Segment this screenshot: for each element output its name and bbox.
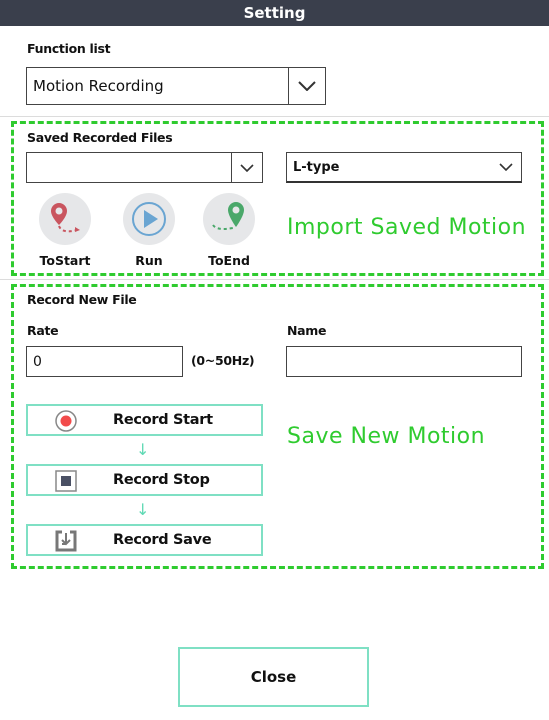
rate-label: Rate [27,323,59,338]
function-list-label: Function list [27,41,111,56]
rate-input[interactable]: 0 [26,346,183,377]
function-list-select[interactable]: Motion Recording [26,67,326,105]
saved-files-label: Saved Recorded Files [27,130,173,145]
save-annotation: Save New Motion [287,424,486,449]
saved-file-select[interactable] [26,152,263,183]
import-annotation: Import Saved Motion [287,215,527,240]
record-save-button[interactable]: Record Save [26,524,263,556]
chevron-down-icon[interactable] [288,68,325,104]
type-select[interactable]: L-type [286,152,522,183]
play-icon [132,202,166,236]
to-end-button[interactable]: ToEnd [203,193,255,268]
flow-arrow-icon: ↓ [136,500,150,519]
to-start-button[interactable]: ToStart [39,193,91,268]
flow-arrow-icon: ↓ [136,440,150,459]
chevron-down-icon[interactable] [491,153,521,181]
record-stop-button[interactable]: Record Stop [26,464,263,496]
type-value: L-type [293,159,340,175]
to-start-label: ToStart [39,253,91,268]
run-button[interactable]: Run [123,193,175,268]
to-end-icon [212,202,244,230]
divider [0,116,549,117]
to-end-label: ToEnd [208,253,250,268]
function-list-value: Motion Recording [33,77,164,95]
record-save-label: Record Save [113,532,212,548]
save-icon [55,530,77,552]
window-title: Setting [0,0,549,26]
chevron-down-icon[interactable] [231,153,262,182]
run-label: Run [135,253,163,268]
stop-icon [55,470,77,492]
record-start-button[interactable]: Record Start [26,404,263,436]
close-button[interactable]: Close [178,647,369,707]
record-new-label: Record New File [27,292,137,307]
divider [0,279,549,280]
name-label: Name [287,323,327,338]
to-start-icon [51,203,80,233]
rate-hint: (0~50Hz) [191,353,255,368]
record-icon [55,410,77,432]
name-input[interactable] [286,346,522,377]
record-start-label: Record Start [113,412,213,428]
record-stop-label: Record Stop [113,472,210,488]
